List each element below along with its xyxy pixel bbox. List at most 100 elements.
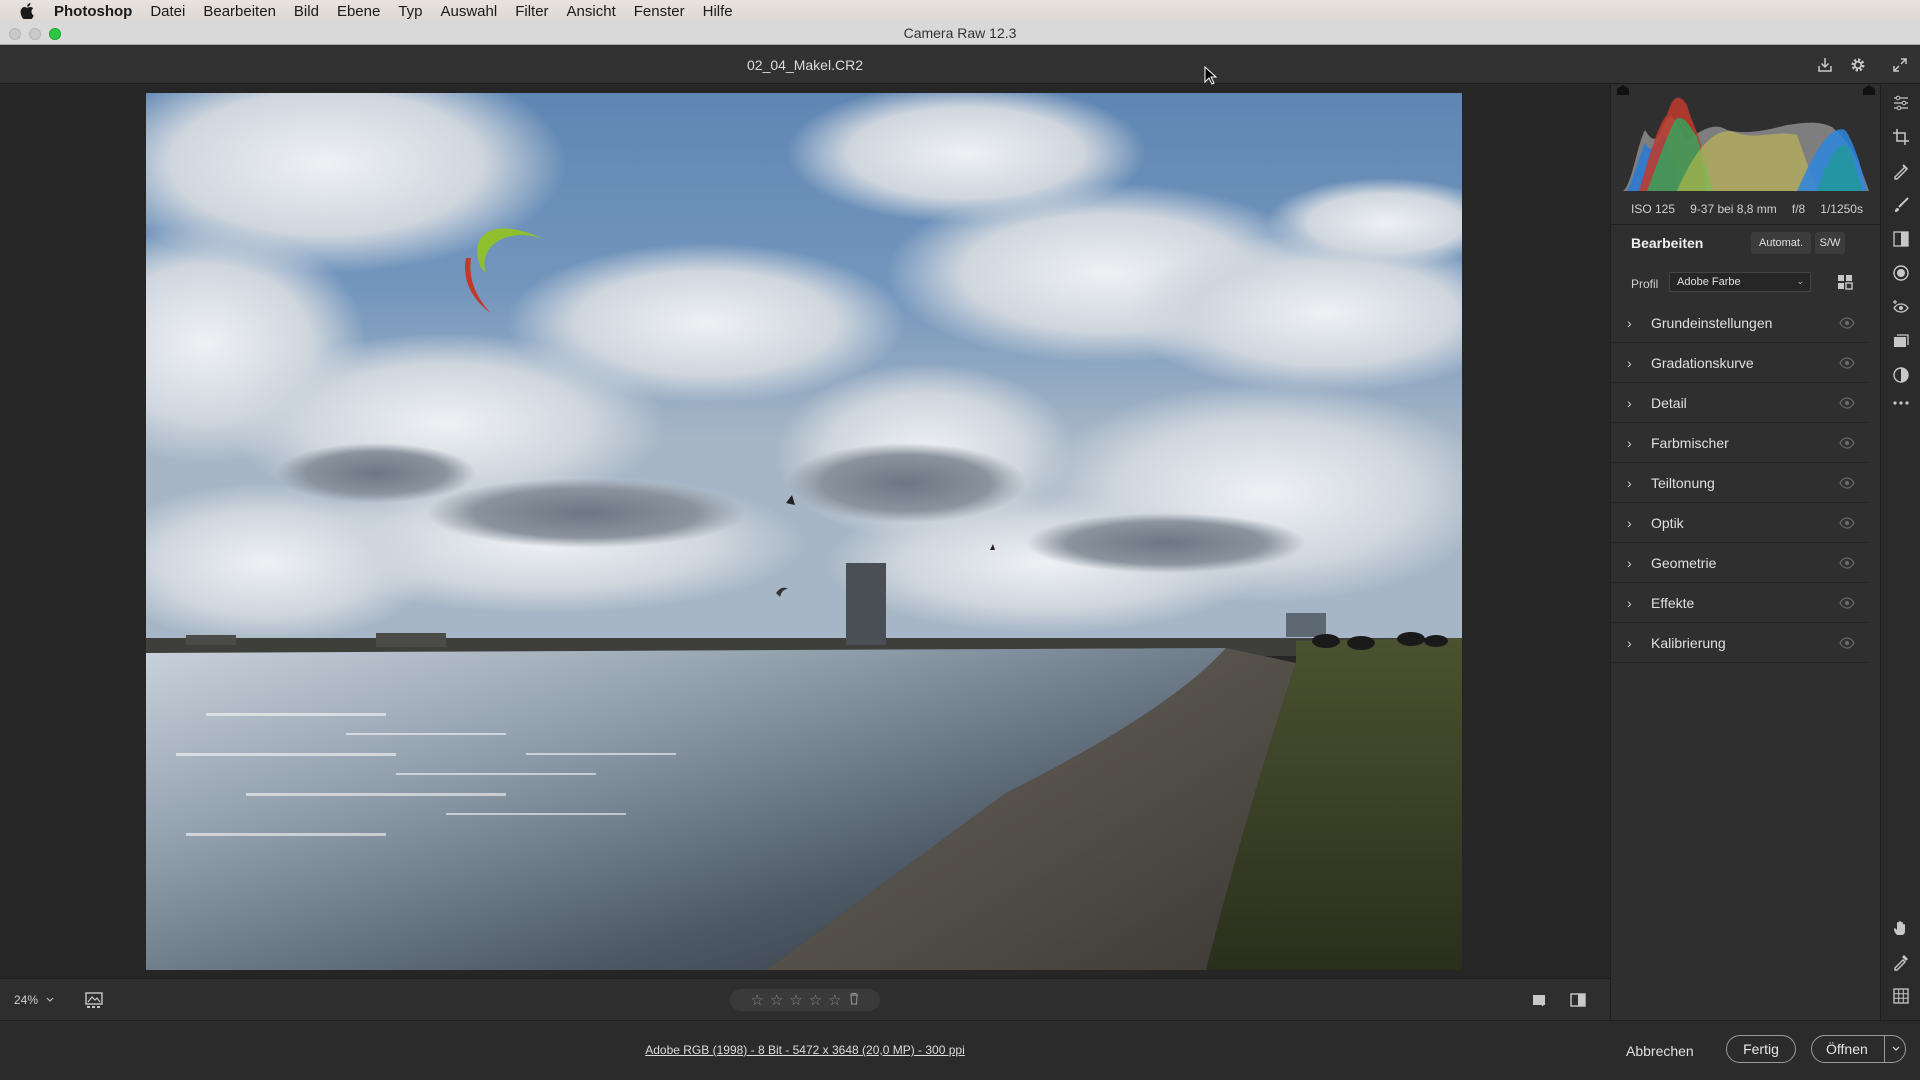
zoom-level: 24% xyxy=(14,993,39,1007)
menu-ansicht[interactable]: Ansicht xyxy=(558,3,625,20)
section-teiltonung[interactable]: › Teiltonung xyxy=(1611,463,1867,503)
open-options-dropdown[interactable] xyxy=(1884,1036,1906,1062)
chevron-right-icon: › xyxy=(1627,354,1632,371)
open-button[interactable]: Öffnen xyxy=(1811,1035,1906,1063)
brush-icon[interactable] xyxy=(1891,195,1911,215)
window-close-button[interactable] xyxy=(9,28,21,40)
star-icon[interactable]: ☆ xyxy=(828,991,841,1009)
auto-button[interactable]: Automat. xyxy=(1751,232,1811,254)
eye-icon[interactable] xyxy=(1839,555,1855,571)
eye-icon[interactable] xyxy=(1839,515,1855,531)
menu-app-photoshop[interactable]: Photoshop xyxy=(54,3,141,20)
section-label: Grundeinstellungen xyxy=(1651,314,1773,331)
star-icon[interactable]: ☆ xyxy=(809,991,822,1009)
profile-select[interactable]: Adobe Farbe ⌄ xyxy=(1669,272,1811,292)
save-image-icon[interactable] xyxy=(1814,54,1836,76)
profile-value: Adobe Farbe xyxy=(1677,276,1741,288)
eyedropper-icon[interactable] xyxy=(1891,952,1911,972)
menu-bar: Photoshop Datei Bearbeiten Bild Ebene Ty… xyxy=(0,0,1920,22)
edit-title: Bearbeiten xyxy=(1631,235,1704,251)
sliders-icon[interactable] xyxy=(1891,93,1911,113)
cancel-button[interactable]: Abbrechen xyxy=(1626,1043,1694,1059)
single-view-icon[interactable] xyxy=(1530,991,1548,1009)
red-eye-icon[interactable] xyxy=(1891,297,1911,317)
star-icon[interactable]: ☆ xyxy=(750,991,763,1009)
preview-image[interactable] xyxy=(146,93,1462,970)
image-canvas[interactable] xyxy=(0,85,1610,978)
menu-fenster[interactable]: Fenster xyxy=(625,3,694,20)
canvas-status-bar: 24% ☆ ☆ ☆ ☆ ☆ xyxy=(0,978,1610,1020)
menu-typ[interactable]: Typ xyxy=(389,3,431,20)
chevron-right-icon: › xyxy=(1627,474,1632,491)
bw-button[interactable]: S/W xyxy=(1815,232,1845,254)
edit-sections: › Grundeinstellungen › Gradationskurve ›… xyxy=(1611,303,1867,663)
presets-icon[interactable] xyxy=(1891,365,1911,385)
zoom-control[interactable]: 24% xyxy=(14,993,54,1007)
shadow-clipping-icon[interactable] xyxy=(1617,85,1629,95)
fullscreen-icon[interactable] xyxy=(1889,54,1911,76)
menu-ebene[interactable]: Ebene xyxy=(328,3,389,20)
chevron-down-icon xyxy=(1892,1046,1899,1051)
chevron-right-icon: › xyxy=(1627,514,1632,531)
footer-bar: Adobe RGB (1998) - 8 Bit - 5472 x 3648 (… xyxy=(0,1020,1920,1080)
section-label: Kalibrierung xyxy=(1651,634,1726,651)
section-optik[interactable]: › Optik xyxy=(1611,503,1867,543)
menu-filter[interactable]: Filter xyxy=(506,3,557,20)
exif-lens: 9-37 bei 8,8 mm xyxy=(1690,202,1777,216)
apple-icon[interactable] xyxy=(0,3,54,19)
exif-shutter: 1/1250s xyxy=(1820,202,1863,216)
eye-icon[interactable] xyxy=(1839,395,1855,411)
eye-icon[interactable] xyxy=(1839,355,1855,371)
star-icon[interactable]: ☆ xyxy=(789,991,802,1009)
window-title-bar: Camera Raw 12.3 xyxy=(0,22,1920,45)
section-farbmischer[interactable]: › Farbmischer xyxy=(1611,423,1867,463)
healing-brush-icon[interactable] xyxy=(1891,161,1911,181)
gear-icon[interactable] xyxy=(1847,54,1869,76)
profile-browser-icon[interactable] xyxy=(1837,274,1853,290)
gradient-filter-icon[interactable] xyxy=(1891,229,1911,249)
section-gradationskurve[interactable]: › Gradationskurve xyxy=(1611,343,1867,383)
section-label: Teiltonung xyxy=(1651,474,1715,491)
done-button[interactable]: Fertig xyxy=(1726,1035,1796,1063)
chevron-down-icon xyxy=(46,997,54,1002)
eye-icon[interactable] xyxy=(1839,595,1855,611)
snapshots-icon[interactable] xyxy=(1891,331,1911,351)
radial-filter-icon[interactable] xyxy=(1891,263,1911,283)
section-geometrie[interactable]: › Geometrie xyxy=(1611,543,1867,583)
star-rating[interactable]: ☆ ☆ ☆ ☆ ☆ xyxy=(730,989,880,1011)
more-icon[interactable] xyxy=(1891,393,1911,413)
eye-icon[interactable] xyxy=(1839,635,1855,651)
before-after-view-icon[interactable] xyxy=(1569,991,1587,1009)
menu-datei[interactable]: Datei xyxy=(141,3,194,20)
filmstrip-toggle-icon[interactable] xyxy=(84,991,106,1009)
document-filename: 02_04_Makel.CR2 xyxy=(747,57,863,73)
hand-icon[interactable] xyxy=(1891,918,1911,938)
crop-icon[interactable] xyxy=(1891,127,1911,147)
menu-auswahl[interactable]: Auswahl xyxy=(432,3,507,20)
highlight-clipping-icon[interactable] xyxy=(1863,85,1875,95)
chevron-right-icon: › xyxy=(1627,394,1632,411)
section-label: Optik xyxy=(1651,514,1684,531)
section-label: Geometrie xyxy=(1651,554,1717,571)
section-kalibrierung[interactable]: › Kalibrierung xyxy=(1611,623,1867,663)
window-minimize-button[interactable] xyxy=(29,28,41,40)
star-icon[interactable]: ☆ xyxy=(770,991,783,1009)
trash-icon[interactable] xyxy=(848,992,860,1009)
exif-iso: ISO 125 xyxy=(1631,202,1676,216)
menu-bearbeiten[interactable]: Bearbeiten xyxy=(194,3,285,20)
eye-icon[interactable] xyxy=(1839,435,1855,451)
workflow-options-link[interactable]: Adobe RGB (1998) - 8 Bit - 5472 x 3648 (… xyxy=(0,1043,1610,1057)
section-label: Gradationskurve xyxy=(1651,354,1754,371)
section-grundeinstellungen[interactable]: › Grundeinstellungen xyxy=(1611,303,1867,343)
window-fullscreen-button[interactable] xyxy=(49,28,61,40)
open-button-label: Öffnen xyxy=(1826,1041,1868,1057)
histogram xyxy=(1617,85,1875,195)
section-detail[interactable]: › Detail xyxy=(1611,383,1867,423)
menu-bild[interactable]: Bild xyxy=(285,3,328,20)
grid-overlay-icon[interactable] xyxy=(1891,986,1911,1006)
section-effekte[interactable]: › Effekte xyxy=(1611,583,1867,623)
menu-hilfe[interactable]: Hilfe xyxy=(694,3,742,20)
document-header: 02_04_Makel.CR2 xyxy=(0,46,1920,84)
eye-icon[interactable] xyxy=(1839,475,1855,491)
eye-icon[interactable] xyxy=(1839,315,1855,331)
